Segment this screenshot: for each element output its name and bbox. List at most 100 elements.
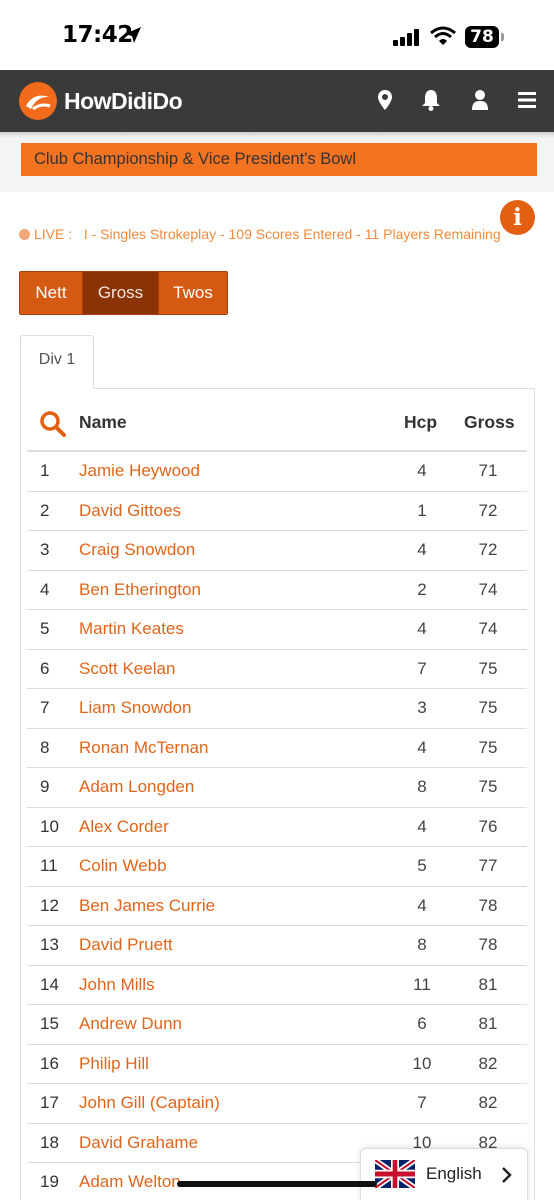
player-name-link[interactable]: Martin Keates xyxy=(79,619,184,639)
player-name-link[interactable]: David Gittoes xyxy=(79,501,181,521)
position: 12 xyxy=(40,895,59,915)
position: 1 xyxy=(40,461,50,480)
info-icon[interactable]: i xyxy=(500,200,535,235)
wifi-icon xyxy=(430,26,456,45)
bell-icon[interactable] xyxy=(421,89,441,111)
position: 3 xyxy=(40,540,50,559)
position: 4 xyxy=(40,579,50,599)
player-name-link[interactable]: Ben James Currie xyxy=(79,896,215,916)
handicap: 4 xyxy=(417,540,427,559)
live-dot-icon xyxy=(19,229,30,240)
player-name-link[interactable]: Ronan McTernan xyxy=(79,738,208,758)
user-icon[interactable] xyxy=(471,89,489,111)
gross-score: 72 xyxy=(478,540,498,559)
handicap: 4 xyxy=(417,461,427,480)
gross-score: 77 xyxy=(478,856,498,875)
handicap: 1 xyxy=(417,500,427,520)
tab-div-1[interactable]: Div 1 xyxy=(20,335,94,389)
live-status-text: LIVE : I - Singles Strokeplay - 109 Scor… xyxy=(34,226,501,242)
position: 14 xyxy=(40,974,59,994)
column-header-name[interactable]: Name xyxy=(79,412,127,433)
position: 5 xyxy=(40,619,50,638)
position: 13 xyxy=(40,935,59,954)
gross-score: 75 xyxy=(478,698,498,717)
gross-score: 75 xyxy=(478,658,498,678)
player-name-link[interactable]: Adam Welton xyxy=(79,1172,181,1192)
player-name-link[interactable]: Colin Webb xyxy=(79,856,167,876)
language-selector[interactable]: English xyxy=(360,1148,528,1200)
score-type-toggle: Nett Gross Twos xyxy=(19,271,228,315)
handicap: 2 xyxy=(417,579,427,599)
gross-score: 82 xyxy=(478,1093,498,1112)
language-label: English xyxy=(426,1164,482,1183)
gross-score: 74 xyxy=(478,619,498,638)
hamburger-menu-icon[interactable] xyxy=(518,91,536,109)
gross-score: 78 xyxy=(478,935,498,954)
position: 8 xyxy=(40,737,50,757)
table-row: 9 Adam Longden 8 75 xyxy=(27,768,527,808)
table-row: 12 Ben James Currie 4 78 xyxy=(27,887,527,926)
signal-icon xyxy=(393,28,419,46)
table-row: 17 John Gill (Captain) 7 82 xyxy=(27,1084,527,1124)
handicap: 3 xyxy=(417,698,427,717)
search-icon[interactable] xyxy=(39,410,66,437)
gross-score: 72 xyxy=(478,500,498,520)
player-name-link[interactable]: Ben Etherington xyxy=(79,580,201,600)
player-name-link[interactable]: John Gill (Captain) xyxy=(79,1093,220,1113)
position: 16 xyxy=(40,1053,59,1073)
table-row: 10 Alex Corder 4 76 xyxy=(27,808,527,847)
gross-button[interactable]: Gross xyxy=(83,272,159,314)
table-row: 7 Liam Snowdon 3 75 xyxy=(27,689,527,729)
player-name-link[interactable]: John Mills xyxy=(79,975,155,995)
position: 9 xyxy=(40,777,50,796)
location-pin-icon[interactable] xyxy=(377,89,393,111)
gross-score: 71 xyxy=(478,461,498,480)
table-row: 16 Philip Hill 10 82 xyxy=(27,1045,527,1084)
position: 11 xyxy=(40,856,58,875)
handicap: 6 xyxy=(417,1014,427,1033)
column-header-gross[interactable]: Gross xyxy=(464,412,515,433)
gross-score: 81 xyxy=(478,974,498,994)
table-row: 2 David Gittoes 1 72 xyxy=(27,492,527,531)
player-name-link[interactable]: Jamie Heywood xyxy=(79,461,200,481)
competition-title: Club Championship & Vice President's Bow… xyxy=(21,143,537,176)
handicap: 5 xyxy=(417,856,427,875)
nett-button[interactable]: Nett xyxy=(20,272,83,314)
table-row: 4 Ben Etherington 2 74 xyxy=(27,571,527,610)
position: 2 xyxy=(40,500,50,520)
player-name-link[interactable]: Liam Snowdon xyxy=(79,698,191,718)
twos-button[interactable]: Twos xyxy=(159,272,227,314)
position: 7 xyxy=(40,698,50,717)
live-status: LIVE : I - Singles Strokeplay - 109 Scor… xyxy=(19,226,501,242)
handicap: 8 xyxy=(417,777,427,796)
position: 10 xyxy=(40,816,59,836)
gross-score: 75 xyxy=(478,777,498,796)
top-navbar: HowDidiDo xyxy=(0,70,554,132)
uk-flag-icon xyxy=(375,1160,415,1188)
player-name-link[interactable]: David Pruett xyxy=(79,935,173,955)
table-row: 14 John Mills 11 81 xyxy=(27,966,527,1005)
logo-icon[interactable] xyxy=(19,82,57,120)
gross-score: 75 xyxy=(478,737,498,757)
position: 6 xyxy=(40,658,50,678)
player-name-link[interactable]: Adam Longden xyxy=(79,777,194,797)
player-name-link[interactable]: Craig Snowdon xyxy=(79,540,195,560)
status-bar: 17:42 78 xyxy=(0,0,554,70)
player-name-link[interactable]: David Grahame xyxy=(79,1133,198,1153)
player-name-link[interactable]: Andrew Dunn xyxy=(79,1014,182,1034)
leaderboard-header: Name Hcp Gross xyxy=(27,400,527,452)
player-name-link[interactable]: Philip Hill xyxy=(79,1054,149,1074)
table-row: 5 Martin Keates 4 74 xyxy=(27,610,527,650)
table-row: 11 Colin Webb 5 77 xyxy=(27,847,527,887)
gross-score: 81 xyxy=(478,1014,498,1033)
handicap: 4 xyxy=(417,619,427,638)
table-row: 13 David Pruett 8 78 xyxy=(27,926,527,966)
gross-score: 82 xyxy=(478,1053,498,1073)
handicap: 7 xyxy=(417,658,427,678)
handicap: 11 xyxy=(413,974,431,994)
gross-score: 76 xyxy=(478,816,498,836)
column-header-hcp[interactable]: Hcp xyxy=(404,412,437,433)
player-name-link[interactable]: Alex Corder xyxy=(79,817,169,837)
player-name-link[interactable]: Scott Keelan xyxy=(79,659,175,679)
logo-text[interactable]: HowDidiDo xyxy=(64,88,183,115)
